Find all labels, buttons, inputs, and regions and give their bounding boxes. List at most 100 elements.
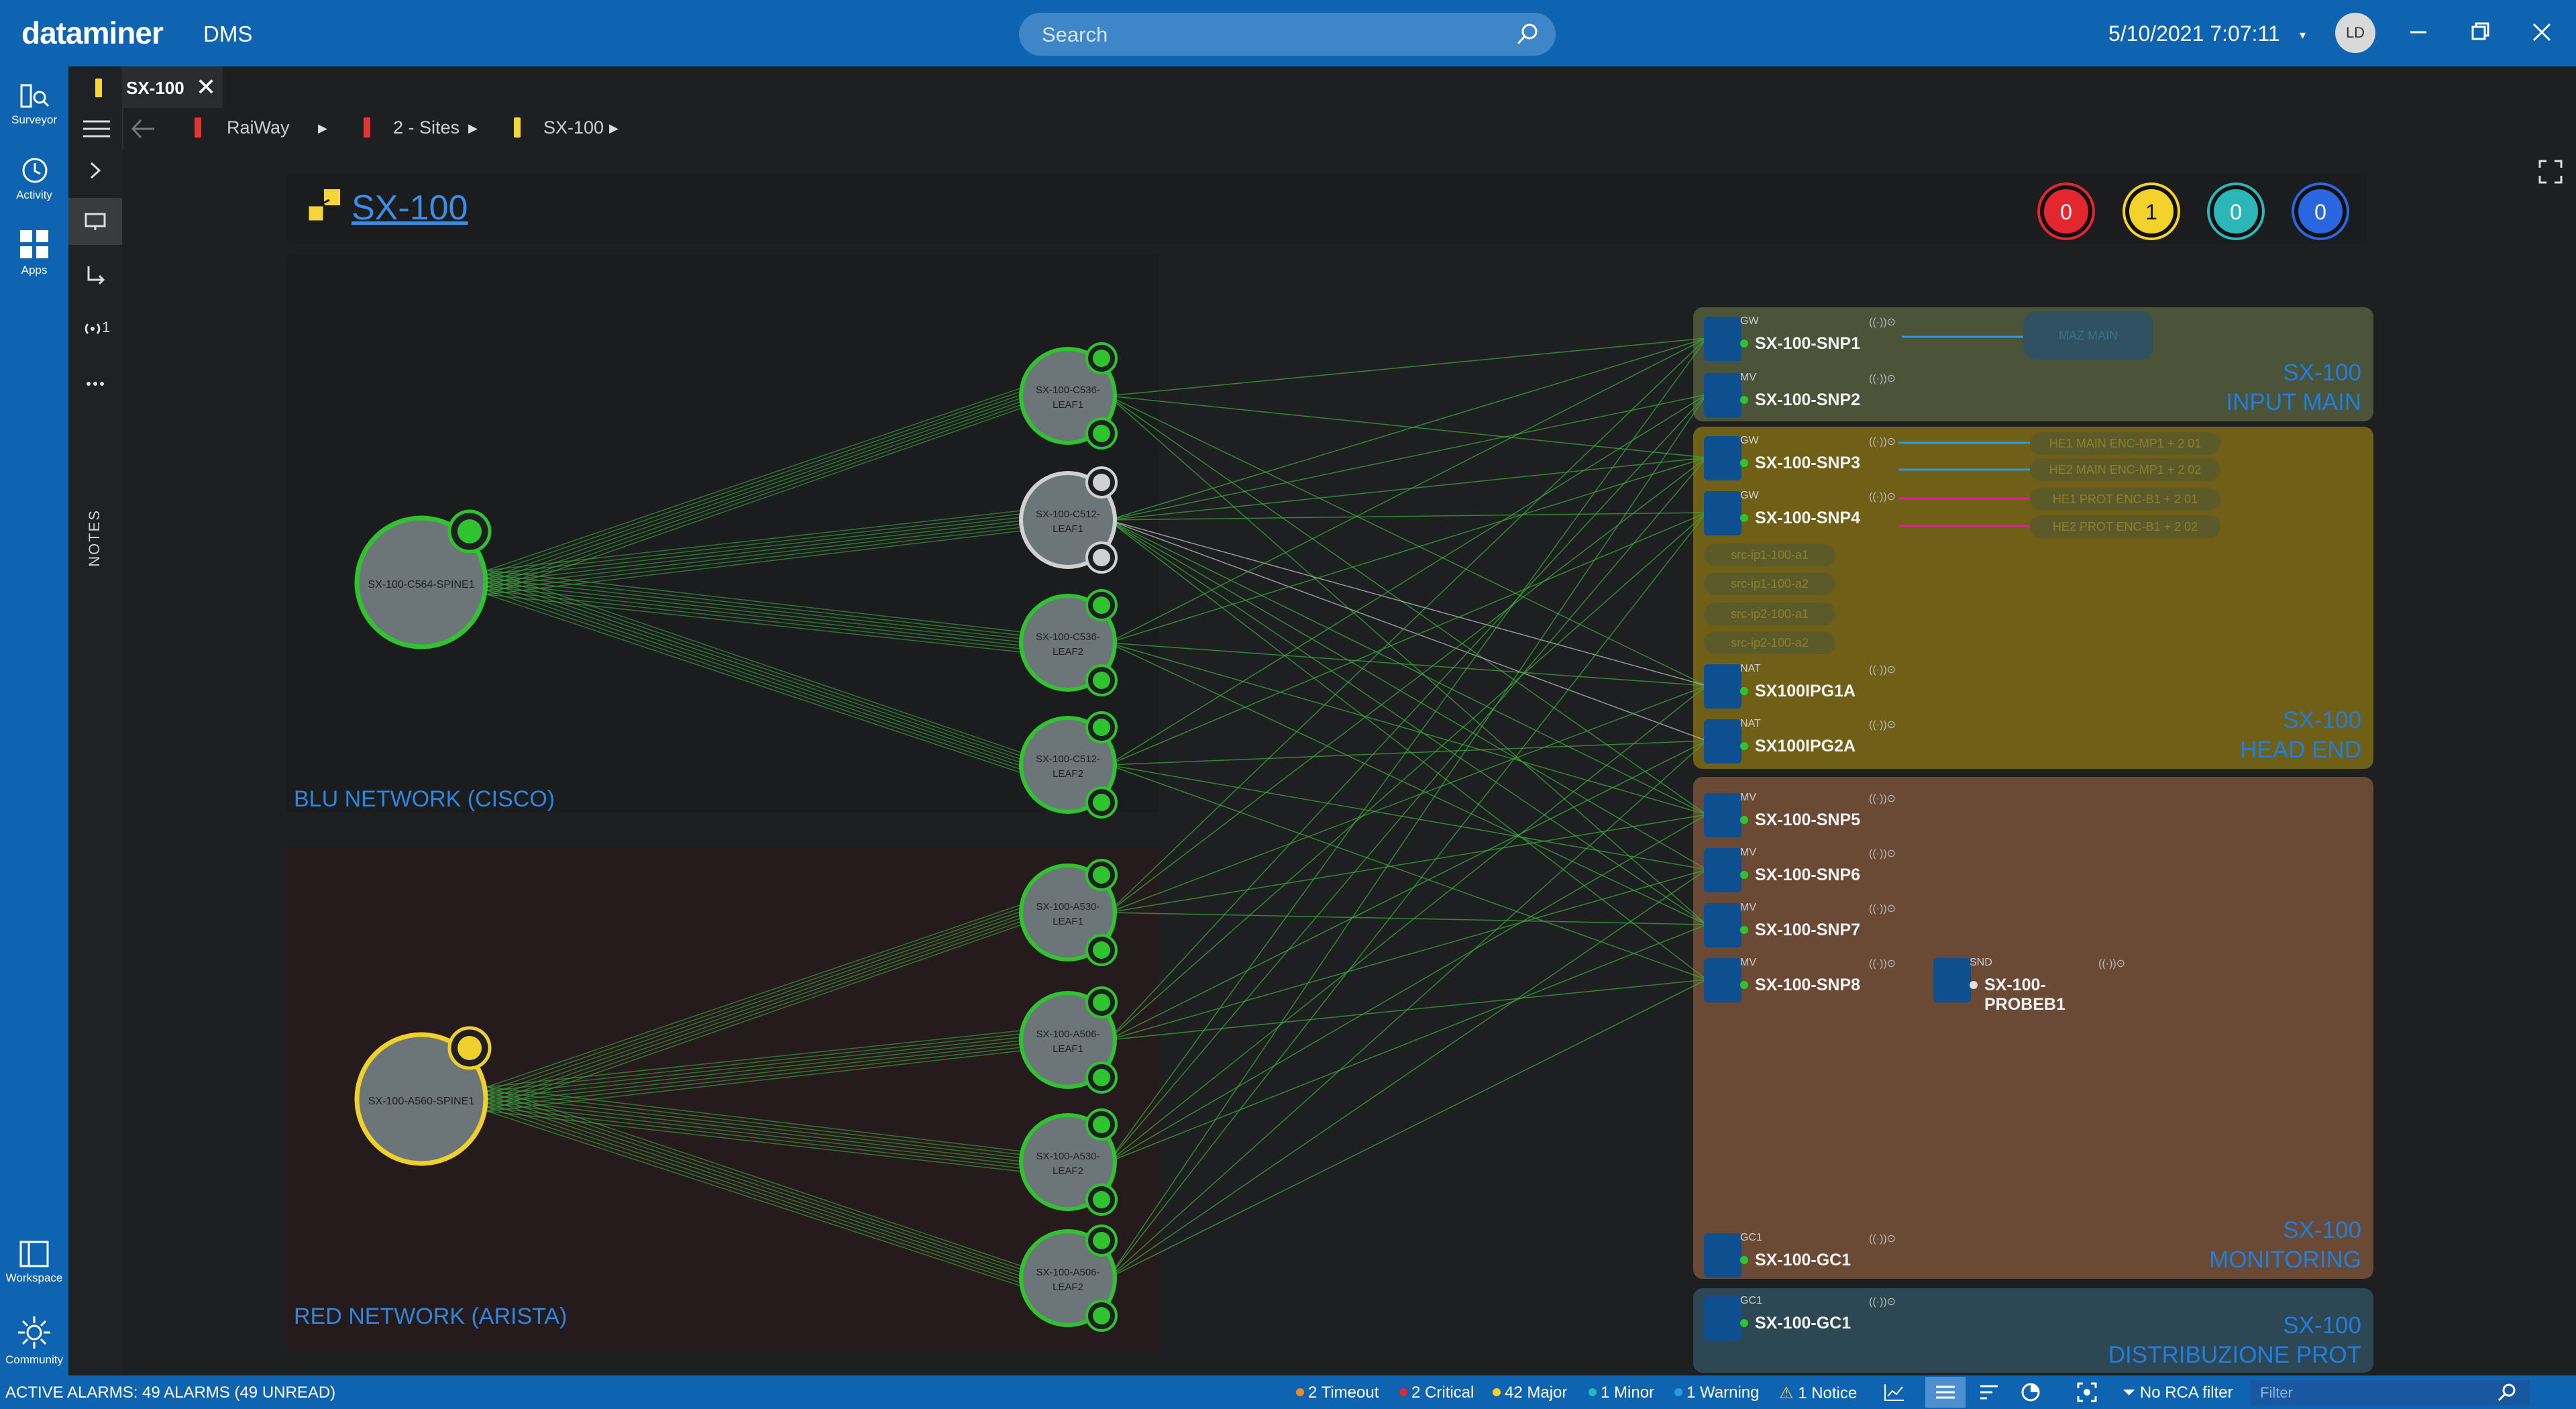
- leaf-label: LEAF2: [1053, 646, 1083, 658]
- active-alarms-text[interactable]: ACTIVE ALARMS: 49 ALARMS (49 UNREAD): [5, 1384, 335, 1402]
- network-link: [486, 516, 1028, 579]
- filter-search-icon[interactable]: [2497, 1382, 2517, 1402]
- network-link: [486, 1098, 1028, 1279]
- leaf-label: SX-100-A530-: [1036, 901, 1099, 912]
- element-name: SX100IPG2A: [1755, 737, 1856, 755]
- router-icon-core: [1093, 794, 1110, 811]
- element-device-icon: [1704, 719, 1741, 764]
- leaf-label: LEAF1: [1053, 1043, 1083, 1055]
- element-device-icon: [1704, 848, 1741, 892]
- element-name: SX-100-PROBEB1: [1984, 976, 2065, 1014]
- element-box[interactable]: SND SX-100-PROBEB1 ((·))⊙: [1923, 954, 2125, 1014]
- element-indicators-icon: ((·))⊙: [2098, 958, 2126, 970]
- element-status-dot: [1740, 1319, 1748, 1327]
- minor-dot: [1589, 1388, 1597, 1396]
- network-link: [486, 590, 1028, 650]
- timeline-icon[interactable]: [1979, 1384, 1999, 1401]
- timeout-count[interactable]: 2 Timeout: [1296, 1384, 1379, 1402]
- element-indicators-icon: ((·))⊙: [1869, 793, 1896, 804]
- element-device-icon: [1704, 664, 1741, 709]
- network-link: [486, 1029, 1028, 1088]
- element-box[interactable]: MV SX-100-SNP2 ((·))⊙: [1693, 369, 1896, 419]
- element-status-dot: [1740, 459, 1748, 467]
- spine-label: SX-100-C564-SPINE1: [368, 579, 474, 590]
- minor-count[interactable]: 1 Minor: [1589, 1384, 1654, 1402]
- network-link: [1108, 740, 1707, 766]
- critical-count[interactable]: 2 Critical: [1399, 1384, 1474, 1402]
- spine-label: SX-100-A560-SPINE1: [368, 1096, 474, 1107]
- network-link: [1108, 337, 1707, 643]
- warning-dot: [1674, 1388, 1682, 1396]
- leaf-label: LEAF2: [1053, 1165, 1083, 1177]
- element-box[interactable]: GC1 SX-100-GC1 ((·))⊙: [1693, 1229, 1896, 1279]
- warning-count[interactable]: 1 Warning: [1674, 1384, 1760, 1402]
- trend-icon[interactable]: [1884, 1383, 1905, 1402]
- element-status-dot: [1740, 340, 1748, 348]
- element-box[interactable]: NAT SX100IPG1A ((·))⊙: [1693, 660, 1896, 710]
- element-name: SX-100-SNP5: [1755, 811, 1861, 829]
- network-link: [1108, 395, 1707, 925]
- router-icon-core: [1093, 866, 1110, 884]
- network-link: [486, 1110, 1028, 1173]
- element-status-dot: [1740, 742, 1748, 750]
- alarm-filter-input[interactable]: [2251, 1380, 2530, 1406]
- element-device-icon: [1704, 903, 1741, 947]
- network-link: [486, 1090, 1028, 1156]
- element-device-icon: [1704, 958, 1741, 1002]
- focus-icon[interactable]: [2077, 1382, 2097, 1402]
- network-link: [1108, 519, 1707, 741]
- element-device-icon: [1704, 1233, 1741, 1277]
- network-link: [486, 388, 1028, 575]
- element-box[interactable]: GW SX-100-SNP4 ((·))⊙: [1693, 487, 1896, 537]
- rca-filter[interactable]: ⏷ No RCA filter: [2123, 1384, 2233, 1402]
- router-icon-core: [1093, 672, 1110, 689]
- network-link: [486, 586, 1028, 769]
- leaf-label: SX-100-C512-: [1036, 753, 1100, 765]
- major-count[interactable]: 42 Major: [1493, 1384, 1567, 1402]
- notice-count[interactable]: ⚠ 1 Notice: [1779, 1384, 1857, 1403]
- network-link: [1108, 642, 1707, 686]
- element-box[interactable]: GW SX-100-SNP1 ((·))⊙: [1693, 313, 1896, 362]
- element-device-icon: [1704, 373, 1741, 417]
- element-type: GW: [1740, 490, 1759, 501]
- network-link: [486, 519, 1028, 583]
- element-status-dot: [1970, 981, 1978, 989]
- leaf-label: SX-100-A530-: [1036, 1151, 1099, 1162]
- element-box[interactable]: MV SX-100-SNP7 ((·))⊙: [1693, 899, 1896, 949]
- list-view-button[interactable]: [1925, 1377, 1966, 1408]
- network-link: [486, 582, 1028, 643]
- pie-chart-icon[interactable]: [2021, 1382, 2041, 1402]
- network-link: [486, 908, 1028, 1096]
- element-box[interactable]: MV SX-100-SNP6 ((·))⊙: [1693, 844, 1896, 894]
- leaf-label: SX-100-C536-: [1036, 384, 1100, 396]
- network-link: [486, 1086, 1028, 1153]
- element-indicators-icon: ((·))⊙: [1869, 1296, 1896, 1308]
- critical-label: 2 Critical: [1411, 1384, 1474, 1402]
- funnel-icon: ⏷: [2123, 1384, 2140, 1402]
- network-link: [486, 574, 1028, 637]
- element-box[interactable]: MV SX-100-SNP8 ((·))⊙: [1693, 954, 1896, 1004]
- router-icon-core: [1093, 719, 1110, 736]
- element-box[interactable]: GC1 SX-100-GC1 ((·))⊙: [1693, 1292, 1896, 1342]
- network-link: [486, 586, 1028, 647]
- network-link: [486, 1086, 1028, 1269]
- element-type: NAT: [1740, 718, 1761, 729]
- element-name: SX-100-GC1: [1755, 1251, 1851, 1269]
- element-name: SX-100-SNP4: [1755, 509, 1861, 527]
- network-link: [486, 1094, 1028, 1159]
- network-link: [486, 1039, 1028, 1100]
- element-indicators-icon: ((·))⊙: [1869, 848, 1896, 859]
- element-name: SX-100-SNP2: [1755, 390, 1861, 409]
- element-box[interactable]: NAT SX100IPG2A ((·))⊙: [1693, 715, 1896, 765]
- element-box[interactable]: MV SX-100-SNP5 ((·))⊙: [1693, 789, 1896, 839]
- network-link: [486, 1090, 1028, 1272]
- network-link: [486, 1102, 1028, 1282]
- router-icon-core: [1093, 994, 1110, 1011]
- leaf-label: LEAF2: [1053, 768, 1083, 780]
- router-icon-core: [1093, 596, 1110, 614]
- network-link: [486, 594, 1028, 776]
- element-box[interactable]: GW SX-100-SNP3 ((·))⊙: [1693, 432, 1896, 482]
- element-status-dot: [1740, 687, 1748, 695]
- element-indicators-icon: ((·))⊙: [1869, 664, 1896, 676]
- element-device-icon: [1704, 491, 1741, 535]
